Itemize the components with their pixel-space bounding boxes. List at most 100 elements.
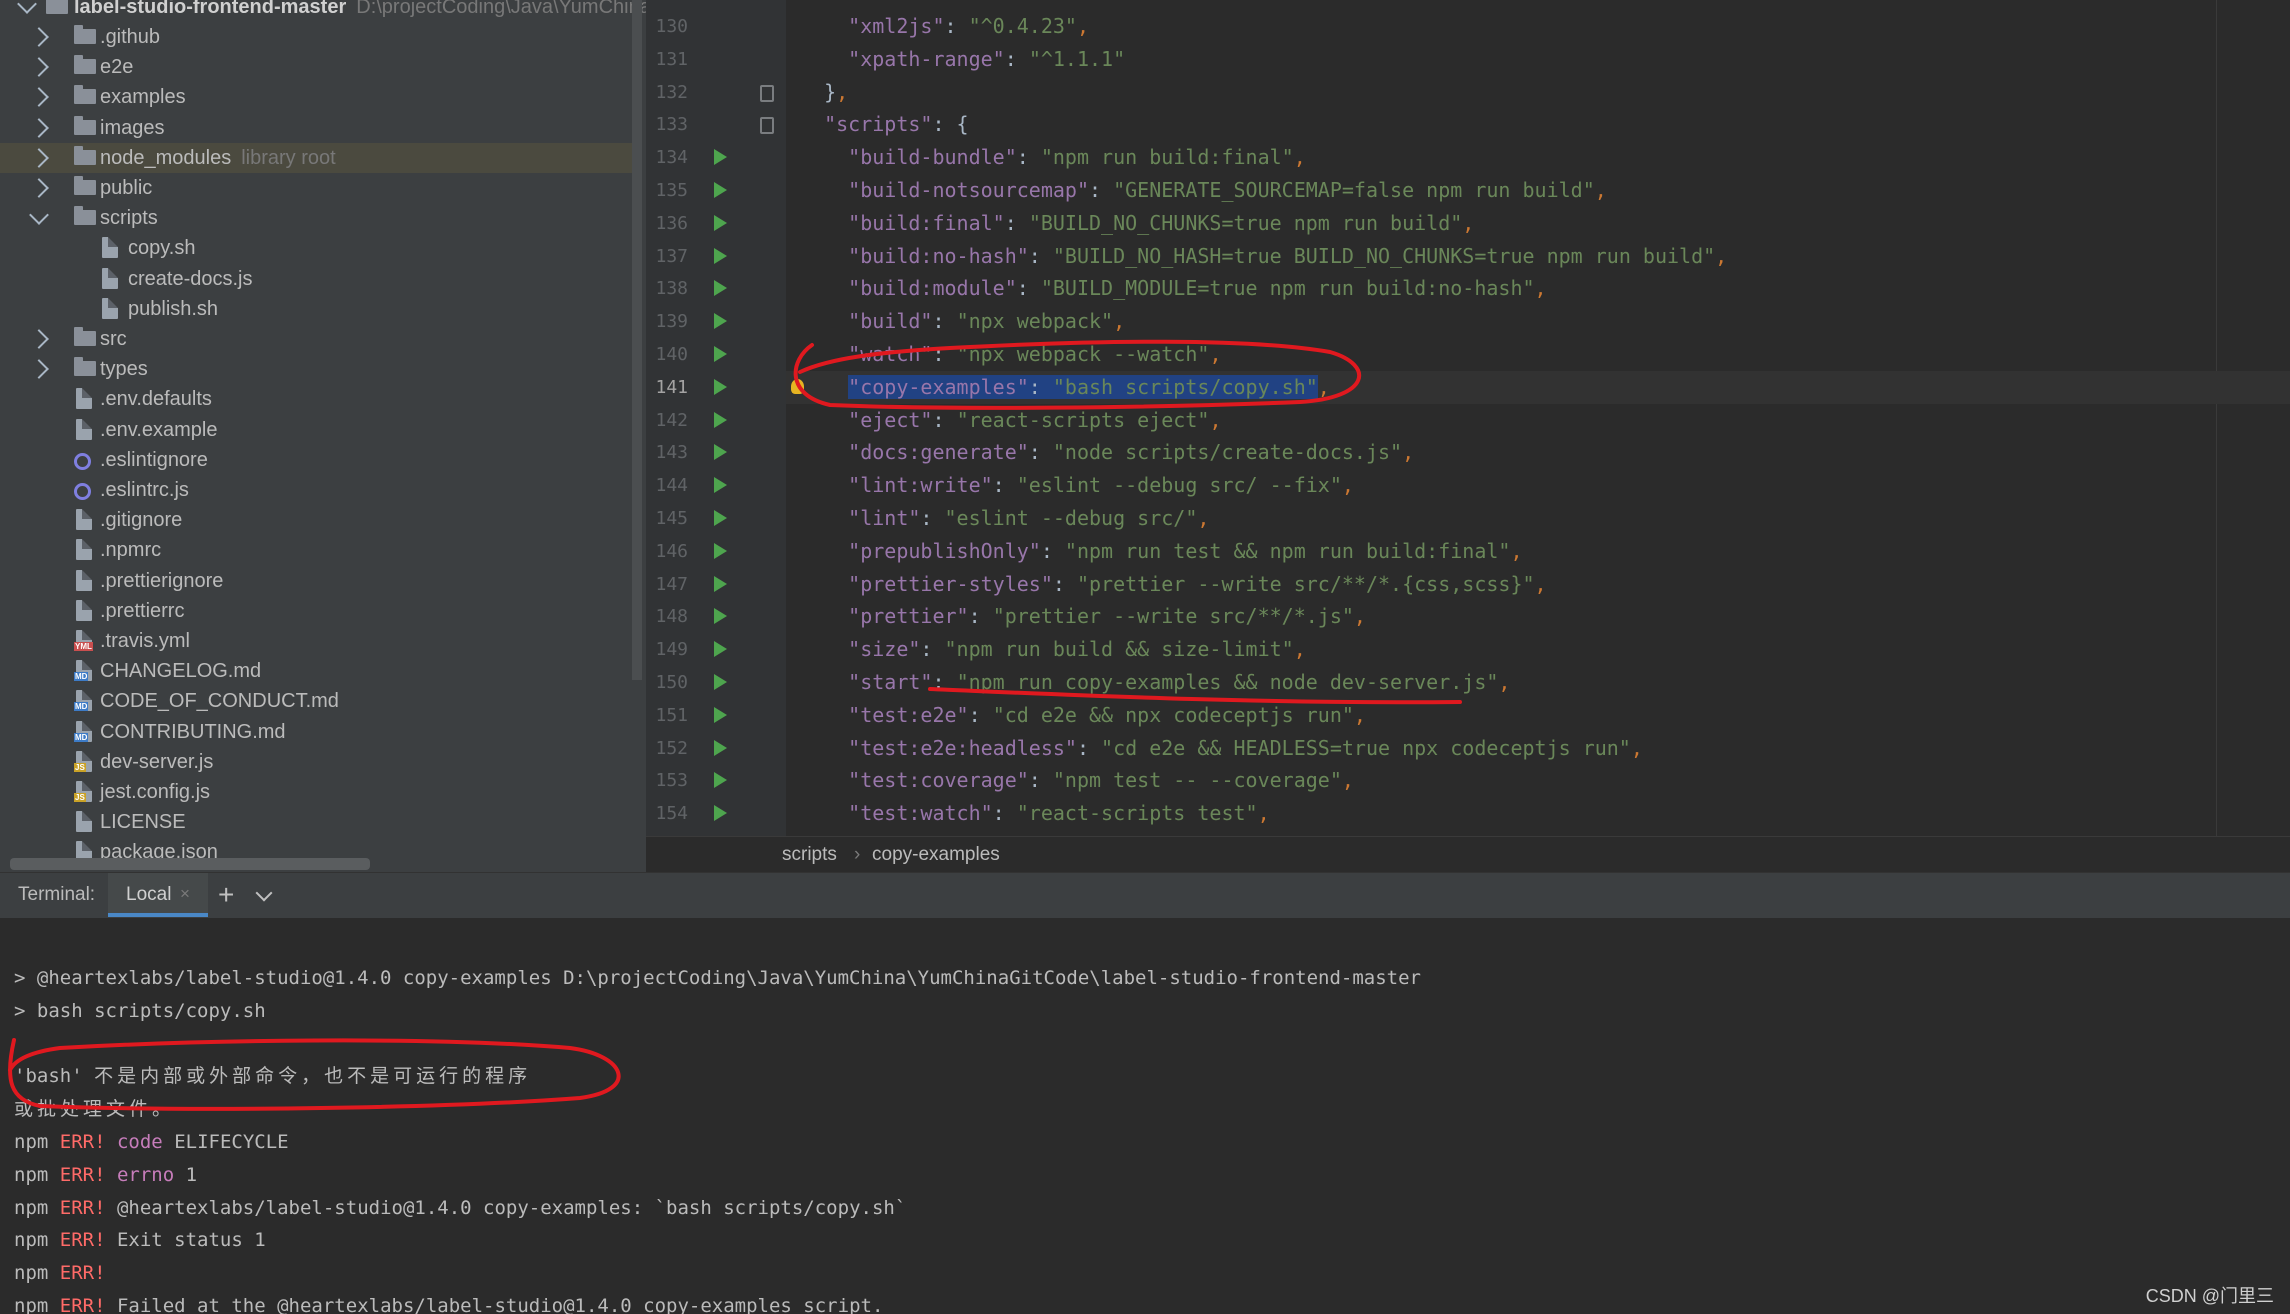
- code-line: "build-notsourcemap": "GENERATE_SOURCEMA…: [786, 174, 2290, 207]
- chevron-right-icon[interactable]: [29, 147, 49, 168]
- tree-item-changelog-md[interactable]: MD CHANGELOG.md: [0, 656, 638, 686]
- tree-vertical-scrollbar[interactable]: [632, 0, 642, 680]
- code-token: ,: [1257, 801, 1270, 826]
- run-script-icon[interactable]: [714, 346, 727, 362]
- code-token: :: [992, 801, 1017, 826]
- tree-item-contributing-md[interactable]: MD CONTRIBUTING.md: [0, 717, 638, 747]
- run-script-icon[interactable]: [714, 772, 727, 789]
- run-script-icon[interactable]: [714, 313, 727, 330]
- code-token: :: [968, 702, 993, 727]
- run-script-icon[interactable]: [714, 805, 727, 822]
- run-script-icon[interactable]: [714, 608, 727, 625]
- tree-item-publish-sh[interactable]: publish.sh: [0, 294, 638, 324]
- tree-item-e2e[interactable]: e2e: [0, 52, 638, 82]
- fold-icon[interactable]: [760, 84, 774, 102]
- chevron-down-icon[interactable]: [255, 884, 273, 902]
- tree-item-scripts[interactable]: scripts: [0, 203, 638, 233]
- run-script-icon[interactable]: [714, 280, 727, 297]
- tree-item-eslintignore[interactable]: .eslintignore: [0, 445, 638, 475]
- terminal-tab-local[interactable]: Local ×: [108, 873, 208, 917]
- chevron-right-icon[interactable]: [29, 117, 49, 138]
- tree-item-env-example[interactable]: .env.example: [0, 415, 638, 445]
- run-script-icon[interactable]: [714, 214, 727, 231]
- tree-root-row[interactable]: label-studio-frontend-master D:\projectCo…: [0, 0, 646, 22]
- code-token: "test:e2e": [848, 702, 969, 727]
- chevron-right-icon[interactable]: [29, 87, 49, 108]
- breadcrumb-item-copy-examples[interactable]: copy-examples: [872, 837, 1000, 873]
- tree-item-types[interactable]: types: [0, 354, 638, 384]
- run-script-icon[interactable]: [714, 378, 727, 395]
- terminal-output[interactable]: > @heartexlabs/label-studio@1.4.0 copy-e…: [0, 918, 2290, 1314]
- tree-item-license[interactable]: LICENSE: [0, 807, 638, 837]
- run-script-icon[interactable]: [714, 477, 727, 494]
- tree-item-src[interactable]: src: [0, 324, 638, 354]
- intention-bulb-icon[interactable]: [791, 378, 804, 394]
- tree-item-gitignore[interactable]: .gitignore: [0, 505, 638, 535]
- line-number: 135: [655, 180, 688, 201]
- tree-item-label: jest.config.js: [100, 777, 210, 807]
- tree-item-jest-config-js[interactable]: JS jest.config.js: [0, 777, 638, 807]
- tree-item-examples[interactable]: examples: [0, 82, 638, 112]
- run-script-icon[interactable]: [714, 149, 727, 166]
- chevron-right-icon[interactable]: [29, 178, 49, 198]
- terminal-text: 不是内部或外部命令，也不是可运行的程序: [94, 1065, 532, 1088]
- terminal-line: npm ERR! Failed at the @heartexlabs/labe…: [14, 1290, 883, 1314]
- tree-item-env-defaults[interactable]: .env.defaults: [0, 384, 638, 414]
- close-icon[interactable]: ×: [180, 884, 190, 904]
- tree-item-code-of-conduct-md[interactable]: MD CODE_OF_CONDUCT.md: [0, 686, 638, 716]
- breadcrumb-separator: ›: [854, 844, 861, 865]
- markdown-file-icon: MD: [74, 720, 92, 742]
- file-type-badge: MD: [74, 672, 89, 682]
- line-number: 151: [655, 704, 688, 726]
- code-token: "build-bundle": [848, 145, 1017, 170]
- chevron-right-icon[interactable]: [29, 57, 49, 78]
- tree-item-text: .travis.yml: [100, 630, 190, 652]
- tree-item-label: public: [100, 173, 152, 203]
- code-token: ,: [1353, 702, 1366, 727]
- run-script-icon[interactable]: [714, 411, 727, 428]
- chevron-right-icon[interactable]: [29, 329, 49, 349]
- tree-item-text: copy.sh: [128, 237, 196, 260]
- run-script-icon[interactable]: [714, 641, 727, 658]
- tree-item-npmrc[interactable]: .npmrc: [0, 535, 638, 565]
- code-token: :: [932, 407, 957, 432]
- run-script-icon[interactable]: [714, 674, 727, 690]
- run-script-icon[interactable]: [714, 575, 727, 592]
- run-script-icon[interactable]: [714, 510, 727, 526]
- tree-item-prettierrc[interactable]: .prettierrc: [0, 596, 638, 626]
- chevron-right-icon[interactable]: [29, 27, 49, 47]
- tree-item-images[interactable]: images: [0, 113, 638, 143]
- tree-item-github[interactable]: .github: [0, 22, 638, 52]
- code-token: ,: [1293, 637, 1306, 662]
- add-terminal-button[interactable]: +: [218, 879, 234, 911]
- tree-item-dev-server-js[interactable]: JS dev-server.js: [0, 747, 638, 777]
- run-script-icon[interactable]: [714, 542, 727, 559]
- run-script-icon[interactable]: [714, 739, 727, 756]
- folder-icon: [74, 85, 96, 105]
- tree-item-eslintrc-js[interactable]: .eslintrc.js: [0, 475, 638, 505]
- code-editor[interactable]: "xml2js": "^0.4.23", "xpath-range": "^1.…: [786, 0, 2290, 836]
- chevron-down-icon[interactable]: [17, 0, 37, 14]
- tree-horizontal-scrollbar[interactable]: [10, 858, 370, 870]
- tree-item-copy-sh[interactable]: copy.sh: [0, 233, 638, 263]
- line-number: 140: [655, 344, 688, 365]
- code-token: "watch": [848, 342, 933, 366]
- run-script-icon[interactable]: [714, 247, 727, 264]
- chevron-down-icon[interactable]: [29, 205, 49, 226]
- chevron-right-icon[interactable]: [29, 359, 49, 380]
- tree-item-travis-yml[interactable]: YML .travis.yml: [0, 626, 638, 656]
- code-token: ,: [1341, 473, 1354, 498]
- tree-item-public[interactable]: public: [0, 173, 638, 203]
- fold-icon[interactable]: [760, 117, 774, 135]
- tree-item-prettierignore[interactable]: .prettierignore: [0, 566, 638, 596]
- breadcrumb-item-scripts[interactable]: scripts: [782, 837, 837, 873]
- run-script-icon[interactable]: [714, 182, 727, 198]
- run-script-icon[interactable]: [714, 706, 727, 723]
- tree-item-node-modules[interactable]: node_modules library root: [0, 142, 638, 173]
- code-token: "npm test -- --coverage": [1052, 768, 1342, 793]
- tree-item-create-docs-js[interactable]: create-docs.js: [0, 264, 638, 294]
- line-number: 150: [655, 672, 688, 693]
- code-token: ,: [1498, 670, 1511, 694]
- run-script-icon[interactable]: [714, 444, 727, 461]
